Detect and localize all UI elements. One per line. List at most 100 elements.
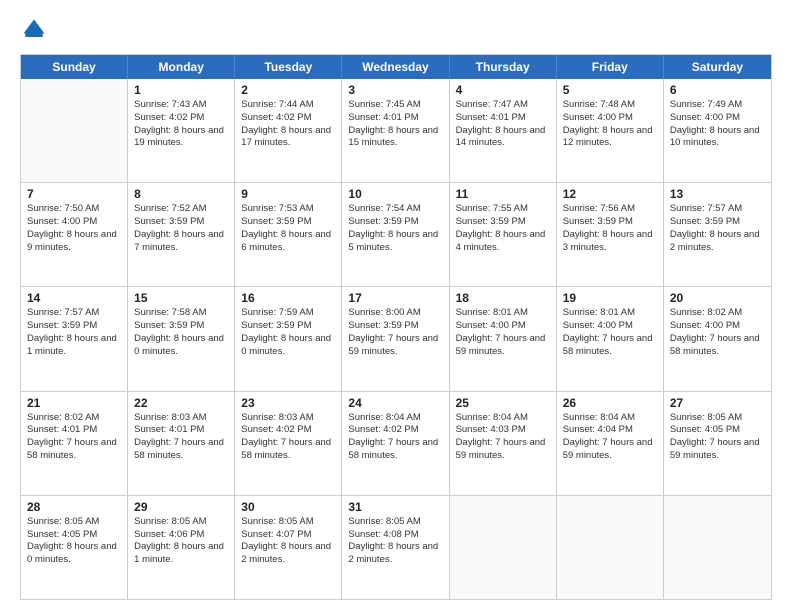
day-number: 4 [456, 83, 550, 97]
day-info: Sunrise: 7:50 AM Sunset: 4:00 PM Dayligh… [27, 203, 121, 254]
day-number: 1 [134, 83, 228, 97]
day-info: Sunrise: 7:47 AM Sunset: 4:01 PM Dayligh… [456, 99, 550, 150]
weekday-header: Friday [557, 55, 664, 79]
calendar-cell: 24 Sunrise: 8:04 AM Sunset: 4:02 PM Dayli… [342, 392, 449, 495]
calendar-week-row: 7 Sunrise: 7:50 AM Sunset: 4:00 PM Daylig… [21, 183, 771, 287]
day-info: Sunrise: 8:04 AM Sunset: 4:02 PM Dayligh… [348, 412, 442, 463]
day-info: Sunrise: 7:58 AM Sunset: 3:59 PM Dayligh… [134, 307, 228, 358]
day-info: Sunrise: 7:43 AM Sunset: 4:02 PM Dayligh… [134, 99, 228, 150]
day-info: Sunrise: 7:52 AM Sunset: 3:59 PM Dayligh… [134, 203, 228, 254]
calendar-cell: 22Sunrise: 8:03 AM Sunset: 4:01 PM Dayli… [128, 392, 235, 495]
calendar-cell: 4 Sunrise: 7:47 AM Sunset: 4:01 PM Daylig… [450, 79, 557, 182]
day-number: 5 [563, 83, 657, 97]
day-info: Sunrise: 8:05 AM Sunset: 4:05 PM Dayligh… [27, 516, 121, 567]
day-number: 10 [348, 187, 442, 201]
day-info: Sunrise: 8:04 AM Sunset: 4:04 PM Dayligh… [563, 412, 657, 463]
day-info: Sunrise: 8:02 AM Sunset: 4:00 PM Dayligh… [670, 307, 765, 358]
day-info: Sunrise: 8:03 AM Sunset: 4:02 PM Dayligh… [241, 412, 335, 463]
calendar-cell: 16 Sunrise: 7:59 AM Sunset: 3:59 PM Dayli… [235, 287, 342, 390]
day-number: 26 [563, 396, 657, 410]
calendar-cell: 18 Sunrise: 8:01 AM Sunset: 4:00 PM Dayli… [450, 287, 557, 390]
day-info: Sunrise: 7:55 AM Sunset: 3:59 PM Dayligh… [456, 203, 550, 254]
header [20, 16, 772, 44]
day-info: Sunrise: 8:05 AM Sunset: 4:06 PM Dayligh… [134, 516, 228, 567]
day-number: 31 [348, 500, 442, 514]
day-number: 8 [134, 187, 228, 201]
weekday-header: Saturday [664, 55, 771, 79]
day-info: Sunrise: 7:53 AM Sunset: 3:59 PM Dayligh… [241, 203, 335, 254]
day-info: Sunrise: 7:44 AM Sunset: 4:02 PM Dayligh… [241, 99, 335, 150]
calendar-week-row: 14 Sunrise: 7:57 AM Sunset: 3:59 PM Dayli… [21, 287, 771, 391]
day-number: 16 [241, 291, 335, 305]
weekday-header: Sunday [21, 55, 128, 79]
calendar-cell: 30 Sunrise: 8:05 AM Sunset: 4:07 PM Dayli… [235, 496, 342, 599]
calendar-cell: 17Sunrise: 8:00 AM Sunset: 3:59 PM Dayli… [342, 287, 449, 390]
day-number: 6 [670, 83, 765, 97]
day-number: 15 [134, 291, 228, 305]
day-number: 13 [670, 187, 765, 201]
calendar-cell: 7 Sunrise: 7:50 AM Sunset: 4:00 PM Daylig… [21, 183, 128, 286]
calendar-cell: 25Sunrise: 8:04 AM Sunset: 4:03 PM Dayli… [450, 392, 557, 495]
day-number: 12 [563, 187, 657, 201]
calendar-cell: 3 Sunrise: 7:45 AM Sunset: 4:01 PM Daylig… [342, 79, 449, 182]
day-info: Sunrise: 8:02 AM Sunset: 4:01 PM Dayligh… [27, 412, 121, 463]
day-number: 18 [456, 291, 550, 305]
day-info: Sunrise: 8:01 AM Sunset: 4:00 PM Dayligh… [563, 307, 657, 358]
calendar-body: 1 Sunrise: 7:43 AM Sunset: 4:02 PM Daylig… [21, 79, 771, 599]
day-info: Sunrise: 7:49 AM Sunset: 4:00 PM Dayligh… [670, 99, 765, 150]
logo-icon [20, 16, 48, 44]
day-number: 3 [348, 83, 442, 97]
calendar-cell: 1 Sunrise: 7:43 AM Sunset: 4:02 PM Daylig… [128, 79, 235, 182]
calendar-cell: 2 Sunrise: 7:44 AM Sunset: 4:02 PM Daylig… [235, 79, 342, 182]
day-info: Sunrise: 8:04 AM Sunset: 4:03 PM Dayligh… [456, 412, 550, 463]
calendar-cell: 21 Sunrise: 8:02 AM Sunset: 4:01 PM Dayli… [21, 392, 128, 495]
day-number: 9 [241, 187, 335, 201]
day-number: 23 [241, 396, 335, 410]
calendar-cell: 19 Sunrise: 8:01 AM Sunset: 4:00 PM Dayli… [557, 287, 664, 390]
day-info: Sunrise: 7:54 AM Sunset: 3:59 PM Dayligh… [348, 203, 442, 254]
day-number: 27 [670, 396, 765, 410]
page: SundayMondayTuesdayWednesdayThursdayFrid… [0, 0, 792, 612]
calendar-cell: 9 Sunrise: 7:53 AM Sunset: 3:59 PM Daylig… [235, 183, 342, 286]
day-number: 22 [134, 396, 228, 410]
calendar-week-row: 21 Sunrise: 8:02 AM Sunset: 4:01 PM Dayli… [21, 392, 771, 496]
calendar-cell: 27Sunrise: 8:05 AM Sunset: 4:05 PM Dayli… [664, 392, 771, 495]
calendar-cell: 10 Sunrise: 7:54 AM Sunset: 3:59 PM Dayli… [342, 183, 449, 286]
day-number: 28 [27, 500, 121, 514]
day-number: 2 [241, 83, 335, 97]
day-number: 24 [348, 396, 442, 410]
calendar-cell: 26 Sunrise: 8:04 AM Sunset: 4:04 PM Dayli… [557, 392, 664, 495]
day-number: 19 [563, 291, 657, 305]
day-info: Sunrise: 7:57 AM Sunset: 3:59 PM Dayligh… [27, 307, 121, 358]
calendar-cell: 29Sunrise: 8:05 AM Sunset: 4:06 PM Dayli… [128, 496, 235, 599]
logo [20, 16, 52, 44]
calendar-cell: 6 Sunrise: 7:49 AM Sunset: 4:00 PM Daylig… [664, 79, 771, 182]
calendar-cell: 14 Sunrise: 7:57 AM Sunset: 3:59 PM Dayli… [21, 287, 128, 390]
day-info: Sunrise: 7:57 AM Sunset: 3:59 PM Dayligh… [670, 203, 765, 254]
day-number: 7 [27, 187, 121, 201]
day-number: 11 [456, 187, 550, 201]
weekday-header: Tuesday [235, 55, 342, 79]
calendar-cell: 20Sunrise: 8:02 AM Sunset: 4:00 PM Dayli… [664, 287, 771, 390]
calendar-cell: 12Sunrise: 7:56 AM Sunset: 3:59 PM Dayli… [557, 183, 664, 286]
day-number: 17 [348, 291, 442, 305]
calendar-cell [21, 79, 128, 182]
day-number: 30 [241, 500, 335, 514]
day-info: Sunrise: 8:01 AM Sunset: 4:00 PM Dayligh… [456, 307, 550, 358]
calendar-week-row: 28 Sunrise: 8:05 AM Sunset: 4:05 PM Dayli… [21, 496, 771, 599]
calendar-cell: 5 Sunrise: 7:48 AM Sunset: 4:00 PM Daylig… [557, 79, 664, 182]
day-info: Sunrise: 8:05 AM Sunset: 4:07 PM Dayligh… [241, 516, 335, 567]
calendar-cell: 31Sunrise: 8:05 AM Sunset: 4:08 PM Dayli… [342, 496, 449, 599]
calendar-cell [450, 496, 557, 599]
calendar-cell: 15 Sunrise: 7:58 AM Sunset: 3:59 PM Dayli… [128, 287, 235, 390]
day-number: 21 [27, 396, 121, 410]
day-info: Sunrise: 7:48 AM Sunset: 4:00 PM Dayligh… [563, 99, 657, 150]
day-info: Sunrise: 7:45 AM Sunset: 4:01 PM Dayligh… [348, 99, 442, 150]
calendar-cell: 8 Sunrise: 7:52 AM Sunset: 3:59 PM Daylig… [128, 183, 235, 286]
calendar-cell: 11 Sunrise: 7:55 AM Sunset: 3:59 PM Dayli… [450, 183, 557, 286]
calendar-cell: 28 Sunrise: 8:05 AM Sunset: 4:05 PM Dayli… [21, 496, 128, 599]
calendar-cell [664, 496, 771, 599]
day-info: Sunrise: 7:59 AM Sunset: 3:59 PM Dayligh… [241, 307, 335, 358]
calendar-cell: 23 Sunrise: 8:03 AM Sunset: 4:02 PM Dayli… [235, 392, 342, 495]
day-number: 14 [27, 291, 121, 305]
